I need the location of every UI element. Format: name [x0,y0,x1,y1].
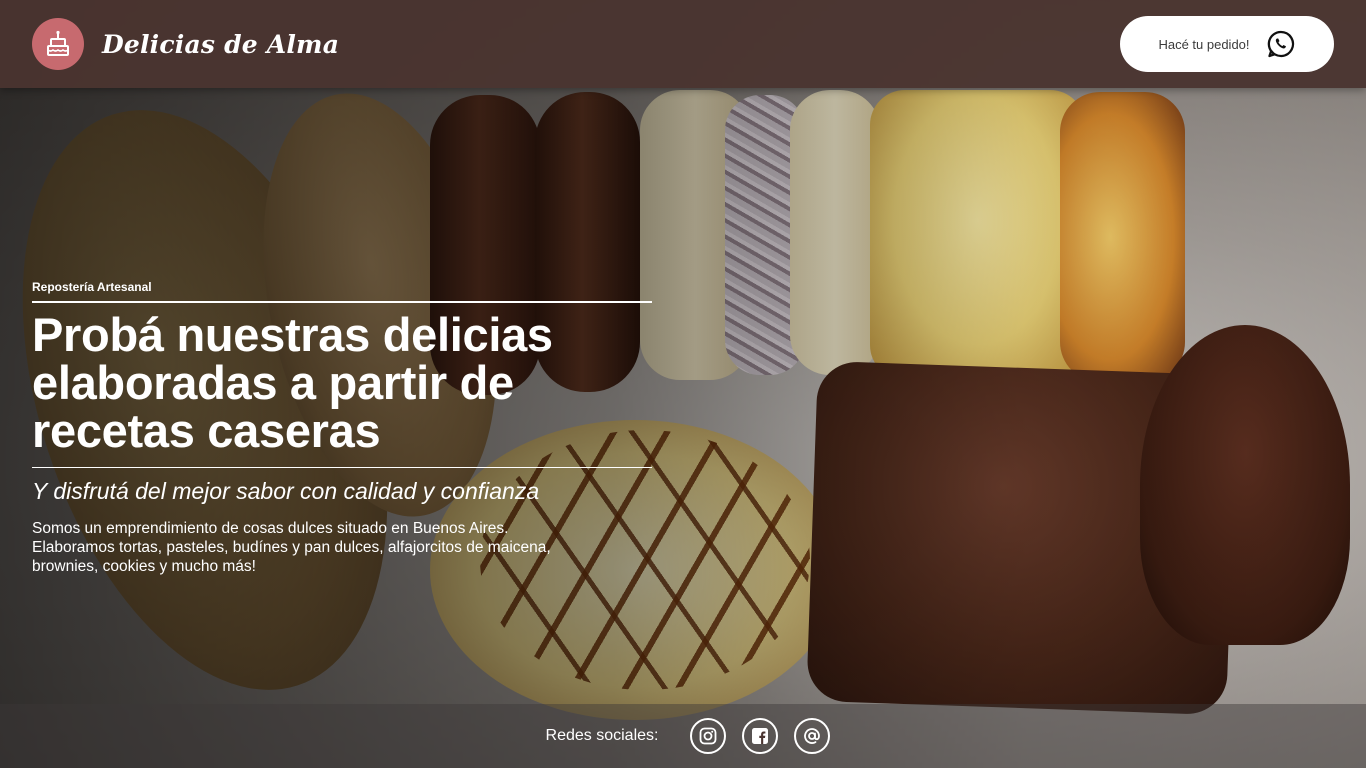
order-button-label: Hacé tu pedido! [1158,36,1250,52]
facebook-icon [752,728,769,744]
social-bar: Redes sociales: [0,704,1366,768]
brand[interactable]: Delicias de Alma [32,18,339,70]
instagram-button[interactable] [690,718,727,754]
email-button[interactable] [794,718,831,754]
hero-title-line: recetas caseras [32,404,381,457]
hero-title-line: Probá nuestras delicias [32,308,553,361]
social-label: Redes sociales: [545,727,659,744]
description-line: Elaboramos tortas, pasteles, budínes y p… [32,539,551,556]
description-line: brownies, cookies y mucho más! [32,558,256,575]
order-whatsapp-button[interactable]: Hacé tu pedido! [1120,16,1334,72]
instagram-icon [700,727,717,745]
hero-title-line: elaboradas a partir de [32,356,514,409]
cake-logo-icon [32,18,84,70]
facebook-button[interactable] [742,718,779,754]
at-sign-icon [804,728,821,744]
hero-description: Somos un emprendimiento de cosas dulces … [32,519,652,576]
divider [32,301,652,303]
description-line: Somos un emprendimiento de cosas dulces … [32,520,509,537]
hero-subtitle: Y disfrutá del mejor sabor con calidad y… [32,478,540,504]
top-navbar: Delicias de Alma Hacé tu pedido! [0,0,1366,88]
whatsapp-icon [1266,29,1296,59]
brand-name: Delicias de Alma [102,29,340,59]
hero-content: Repostería Artesanal Probá nuestras deli… [32,280,652,576]
divider [32,467,652,468]
hero-title: Probá nuestras delicias elaboradas a par… [32,311,652,455]
hero-eyebrow: Repostería Artesanal [32,280,152,294]
